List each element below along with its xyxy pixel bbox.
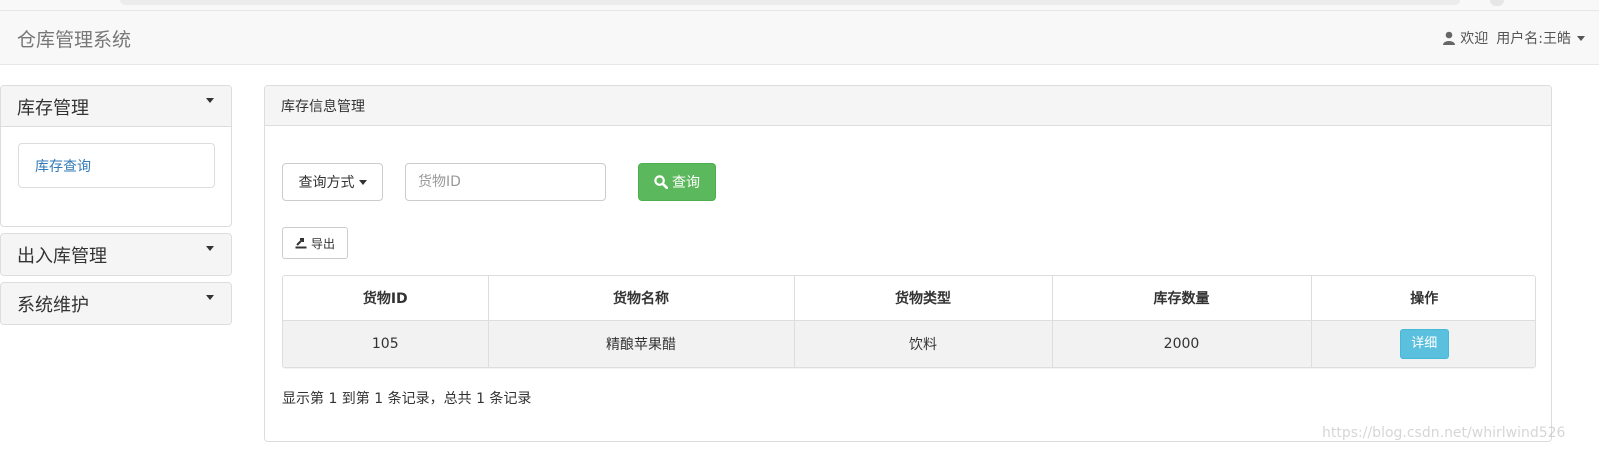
username-text: 用户名:王皓 — [1496, 31, 1571, 47]
user-menu[interactable]: 欢迎 用户名:王皓 — [1442, 28, 1585, 48]
search-button-label: 查询 — [672, 175, 700, 191]
export-icon — [295, 238, 307, 249]
sidebar-group-header-inventory[interactable]: 库存管理 — [1, 86, 231, 127]
sidebar-group-body: 库存查询 — [1, 127, 231, 226]
column-header-actions: 操作 — [1311, 276, 1535, 321]
cell-actions: 详细 — [1311, 320, 1535, 367]
cell-goods-id: 105 — [283, 320, 489, 367]
sidebar-item-inventory-query[interactable]: 库存查询 — [18, 143, 215, 188]
toolbar-button-edge — [1490, 0, 1504, 6]
caret-down-icon — [206, 295, 214, 300]
sidebar-group-title: 出入库管理 — [17, 246, 107, 267]
sidebar-group-header-system[interactable]: 系统维护 — [1, 283, 231, 324]
column-header-goods-id[interactable]: 货物ID — [283, 276, 489, 321]
goods-id-input[interactable] — [405, 163, 606, 201]
table-row[interactable]: 105 精酿苹果醋 饮料 2000 详细 — [283, 320, 1535, 367]
panel-title: 库存信息管理 — [265, 86, 1551, 126]
caret-down-icon — [206, 246, 214, 251]
export-button-label: 导出 — [310, 236, 335, 251]
caret-down-icon — [206, 98, 214, 103]
cell-goods-name: 精酿苹果醋 — [488, 320, 795, 367]
watermark-text: https://blog.csdn.net/whirlwind526 — [1322, 425, 1566, 441]
search-button[interactable]: 查询 — [638, 163, 716, 201]
chevron-down-icon — [1577, 35, 1585, 41]
brand-title[interactable]: 仓库管理系统 — [17, 25, 131, 52]
cell-stock-quantity: 2000 — [1052, 320, 1312, 367]
search-icon — [654, 175, 668, 189]
cell-goods-type: 饮料 — [794, 320, 1053, 367]
inventory-table: 货物ID 货物名称 货物类型 库存数量 操作 105 精酿苹果醋 饮料 2000… — [282, 275, 1536, 368]
user-icon — [1443, 31, 1456, 45]
caret-down-icon — [358, 179, 367, 185]
sidebar-group-inout: 出入库管理 — [0, 233, 232, 276]
top-navbar: 仓库管理系统 欢迎 用户名:王皓 — [0, 10, 1599, 65]
export-button[interactable]: 导出 — [282, 227, 348, 259]
inventory-panel: 库存信息管理 查询方式 查询 导出 货物ID — [264, 85, 1552, 442]
column-header-goods-type[interactable]: 货物类型 — [794, 276, 1053, 321]
browser-top-strip — [0, 0, 1599, 10]
welcome-text: 欢迎 — [1460, 31, 1489, 47]
address-bar-edge — [120, 0, 1460, 5]
pagination-summary: 显示第 1 到第 1 条记录，总共 1 条记录 — [282, 391, 532, 407]
sidebar-group-inventory: 库存管理 库存查询 — [0, 85, 232, 227]
query-mode-dropdown[interactable]: 查询方式 — [282, 163, 383, 201]
detail-button[interactable]: 详细 — [1399, 328, 1449, 359]
sidebar: 库存管理 库存查询 出入库管理 系统维护 — [0, 85, 232, 331]
column-header-goods-name[interactable]: 货物名称 — [488, 276, 795, 321]
table-header-row: 货物ID 货物名称 货物类型 库存数量 操作 — [283, 276, 1535, 321]
query-mode-label: 查询方式 — [298, 175, 355, 191]
sidebar-group-title: 系统维护 — [17, 295, 89, 316]
sidebar-group-title: 库存管理 — [17, 98, 89, 119]
column-header-stock-quantity[interactable]: 库存数量 — [1052, 276, 1312, 321]
sidebar-group-header-inout[interactable]: 出入库管理 — [1, 234, 231, 275]
sidebar-group-system: 系统维护 — [0, 282, 232, 325]
